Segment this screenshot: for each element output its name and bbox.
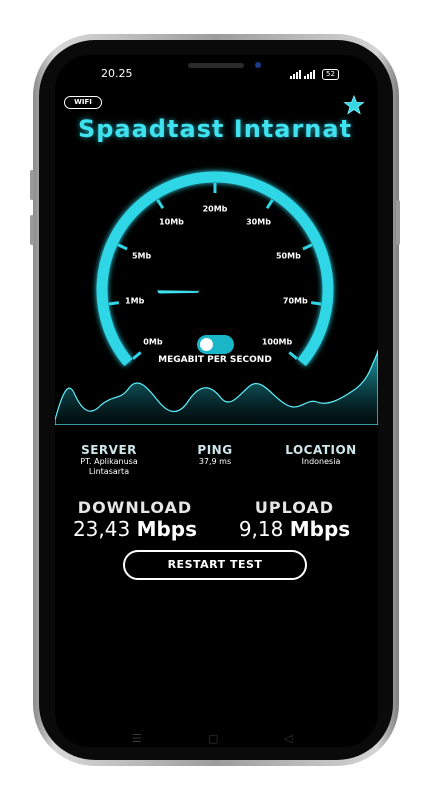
nav-home-icon[interactable]: ▢ — [208, 732, 218, 745]
battery-icon: 52 — [322, 69, 339, 80]
ping-label: PING — [197, 443, 233, 457]
gauge-tick-label: 0Mb — [143, 337, 163, 347]
location-value: Indonesia — [301, 457, 341, 466]
download-label: DOWNLOAD — [77, 498, 193, 517]
nav-menu-icon[interactable]: ☰ — [132, 732, 142, 745]
signal-icon-2 — [304, 70, 315, 79]
download-value: 23,43 — [72, 517, 131, 541]
status-time: 20.25 — [101, 67, 133, 80]
location-label: LOCATION — [285, 443, 357, 457]
volume-button-2 — [30, 215, 34, 245]
gauge-tick-label: 100Mb — [261, 337, 293, 347]
app-title: Spaadtast Intarnat — [77, 115, 353, 143]
ping-value: 37,9 ms — [198, 457, 232, 466]
location-stat: LOCATION Indonesia — [283, 443, 359, 467]
status-icons: 52 — [290, 69, 339, 80]
wifi-badge[interactable]: WIFI — [64, 96, 102, 109]
speed-wave-graph — [55, 350, 378, 425]
gauge-tick-label: 5Mb — [131, 251, 152, 261]
server-stat: SERVER PT. Aplikanusa Lintasarta — [70, 443, 148, 477]
gauge-tick-label: 1Mb — [125, 296, 145, 306]
signal-icon — [290, 70, 301, 79]
gauge-notch — [310, 301, 322, 306]
restart-test-button[interactable]: RESTART TEST — [123, 550, 307, 580]
settings-star-icon[interactable] — [343, 95, 365, 117]
gauge-needle — [157, 287, 200, 294]
upload-value: 9,18 — [238, 517, 284, 541]
server-label: SERVER — [81, 443, 137, 457]
download-unit: Mbps — [136, 517, 198, 541]
volume-button — [30, 170, 34, 200]
gauge-notch — [302, 243, 313, 251]
power-button — [396, 200, 400, 245]
gauge-tick-label: 30Mb — [246, 217, 271, 227]
server-value-line2: Lintasarta — [88, 467, 130, 476]
upload-unit: Mbps — [289, 517, 351, 541]
gauge-notch — [108, 301, 120, 306]
gauge-tick-label: 70Mb — [282, 296, 308, 306]
upload-result: UPLOAD 9,18 Mbps — [232, 498, 357, 541]
gauge-notch — [117, 243, 128, 251]
gauge-tick-label: 50Mb — [275, 251, 301, 261]
server-value-line1: PT. Aplikanusa — [80, 457, 138, 466]
gauge-notch — [156, 198, 165, 209]
nav-back-icon[interactable]: ◁ — [284, 732, 292, 745]
gauge-tick-label: 10Mb — [159, 217, 184, 227]
earpiece-speaker — [188, 63, 244, 68]
gauge-tick-label: 20Mb — [202, 204, 228, 214]
front-camera — [255, 62, 261, 68]
upload-label: UPLOAD — [254, 498, 335, 517]
gauge-notch — [265, 198, 274, 209]
ping-stat: PING 37,9 ms — [180, 443, 250, 467]
download-result: DOWNLOAD 23,43 Mbps — [70, 498, 200, 541]
